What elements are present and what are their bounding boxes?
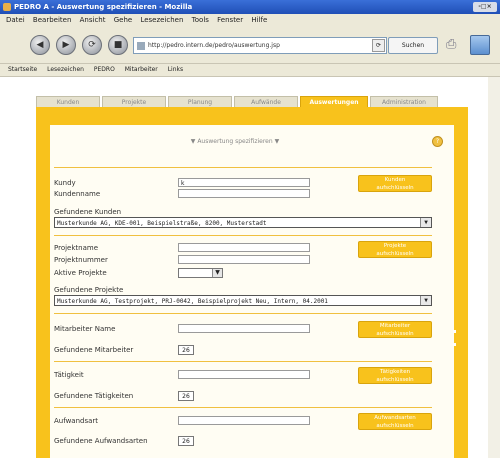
back-button[interactable]: ◀ — [30, 35, 50, 55]
button-line: Mitarbeiter — [379, 323, 411, 329]
window-title: PEDRO A - Auswertung spezifizieren - Moz… — [14, 3, 193, 11]
bookmark-item[interactable]: Startseite — [8, 66, 37, 73]
divider — [54, 313, 432, 314]
chevron-down-icon[interactable]: ▼ — [420, 218, 431, 227]
menu-lesezeichen[interactable]: Lesezeichen — [140, 16, 183, 24]
stop-button[interactable]: ■ — [108, 35, 128, 55]
go-button[interactable]: ⟳ — [372, 39, 385, 52]
label-aufwandsart: Aufwandsart — [54, 417, 99, 425]
select-value: Musterkunde AG, KDE-001, Beispielstraße,… — [57, 220, 267, 227]
print-icon[interactable]: ⎙ — [446, 37, 462, 53]
tab-bar: Kunden Projekte Planung Aufwände Auswert… — [36, 96, 468, 108]
label-taetigkeit: Tätigkeit — [54, 371, 84, 379]
kunde-kuerzel-input[interactable]: k — [178, 178, 310, 187]
button-line: Aufwandsarten — [374, 415, 416, 421]
label-aktive-projekte: Aktive Projekte — [54, 269, 107, 277]
kunden-aufschluesseln-button[interactable]: Kunden aufschlüsseln — [358, 175, 432, 192]
mitarbeiter-name-input[interactable] — [178, 324, 310, 333]
bookmark-item[interactable]: Mitarbeiter — [125, 66, 158, 73]
divider — [54, 235, 432, 236]
mitarbeiter-aufschluesseln-button[interactable]: Mitarbeiter aufschlüsseln — [358, 321, 432, 338]
search-button[interactable]: Suchen — [388, 37, 438, 54]
projektnummer-input[interactable] — [178, 255, 310, 264]
projekte-aufschluesseln-button[interactable]: Projekte aufschlüsseln — [358, 241, 432, 258]
url-text: http://pedro.intern.de/pedro/auswertung.… — [148, 42, 280, 49]
bookmark-item[interactable]: Lesezeichen — [47, 66, 84, 73]
select-value: Musterkunde AG, Testprojekt, PRJ-0042, B… — [57, 298, 328, 305]
menu-hilfe[interactable]: Hilfe — [251, 16, 267, 24]
label-gefundene-taetigkeiten: Gefundene Tätigkeiten — [54, 392, 134, 400]
mozilla-logo-icon — [470, 35, 490, 55]
divider — [54, 407, 432, 408]
url-bar[interactable]: http://pedro.intern.de/pedro/auswertung.… — [133, 37, 387, 54]
taetigkeiten-aufschluesseln-button[interactable]: Tätigkeiten aufschlüsseln — [358, 367, 432, 384]
bookmark-item[interactable]: PEDRO — [94, 66, 115, 73]
menu-datei[interactable]: Datei — [6, 16, 25, 24]
forward-button[interactable]: ▶ — [56, 35, 76, 55]
button-line: aufschlüsseln — [376, 331, 414, 337]
divider — [54, 361, 432, 362]
button-line: Tätigkeiten — [379, 369, 411, 375]
label-mitarbeiter-name: Mitarbeiter Name — [54, 325, 116, 333]
page-icon — [137, 41, 145, 50]
gefundene-aufwandsarten-count: 26 — [178, 436, 194, 446]
aufwandsart-input[interactable] — [178, 416, 310, 425]
label-projektnummer: Projektnummer — [54, 256, 108, 264]
label-kunde-kuerzel: Kundy — [54, 179, 76, 187]
bookmark-item[interactable]: Links — [168, 66, 183, 73]
menu-bearbeiten[interactable]: Bearbeiten — [33, 16, 71, 24]
navigation-toolbar: ◀ ▶ ⟳ ■ http://pedro.intern.de/pedro/aus… — [0, 27, 500, 64]
menu-tools[interactable]: Tools — [192, 16, 209, 24]
divider — [54, 167, 432, 168]
button-line: aufschlüsseln — [376, 185, 414, 191]
title-bar: PEDRO A - Auswertung spezifizieren - Moz… — [0, 0, 500, 14]
aktive-projekte-select[interactable]: ▼ — [178, 268, 223, 278]
button-line: aufschlüsseln — [376, 251, 414, 257]
label-gefundene-aufwandsarten: Gefundene Aufwandsarten — [54, 437, 148, 445]
scroll-marker — [453, 343, 456, 346]
kunde-name-input[interactable] — [178, 189, 310, 198]
button-line: Kunden — [384, 177, 406, 183]
browser-window: PEDRO A - Auswertung spezifizieren - Moz… — [0, 0, 500, 458]
chevron-down-icon[interactable]: ▼ — [420, 296, 431, 305]
label-gefundene-projekte: Gefundene Projekte — [54, 286, 124, 294]
bookmarks-toolbar: Startseite Lesezeichen PEDRO Mitarbeiter… — [0, 64, 500, 77]
taetigkeit-input[interactable] — [178, 370, 310, 379]
chevron-down-icon[interactable]: ▼ — [212, 269, 222, 277]
menu-ansicht[interactable]: Ansicht — [80, 16, 106, 24]
aufwandsarten-aufschluesseln-button[interactable]: Aufwandsarten aufschlüsseln — [358, 413, 432, 430]
menu-fenster[interactable]: Fenster — [217, 16, 243, 24]
label-gefundene-mitarbeiter: Gefundene Mitarbeiter — [54, 346, 134, 354]
gefundene-taetigkeiten-count: 26 — [178, 391, 194, 401]
label-kunde-name: Kundenname — [54, 190, 101, 198]
gefundene-kunden-select[interactable]: Musterkunde AG, KDE-001, Beispielstraße,… — [54, 217, 432, 228]
button-line: Projekte — [383, 243, 407, 249]
label-gefundene-kunden: Gefundene Kunden — [54, 208, 122, 216]
menu-gehe[interactable]: Gehe — [114, 16, 132, 24]
label-projektname: Projektname — [54, 244, 99, 252]
button-line: aufschlüsseln — [376, 423, 414, 429]
menu-bar: Datei Bearbeiten Ansicht Gehe Lesezeiche… — [0, 14, 500, 26]
window-controls[interactable]: -□× — [473, 2, 497, 12]
form-title: ▼ Auswertung spezifizieren ▼ — [190, 138, 280, 145]
scroll-marker — [453, 330, 456, 333]
help-icon[interactable]: ? — [432, 136, 443, 147]
gefundene-projekte-select[interactable]: Musterkunde AG, Testprojekt, PRJ-0042, B… — [54, 295, 432, 306]
gefundene-mitarbeiter-count: 26 — [178, 345, 194, 355]
reload-button[interactable]: ⟳ — [82, 35, 102, 55]
projektname-input[interactable] — [178, 243, 310, 252]
button-line: aufschlüsseln — [376, 377, 414, 383]
vertical-scrollbar[interactable] — [488, 77, 500, 458]
app-icon — [3, 3, 11, 11]
